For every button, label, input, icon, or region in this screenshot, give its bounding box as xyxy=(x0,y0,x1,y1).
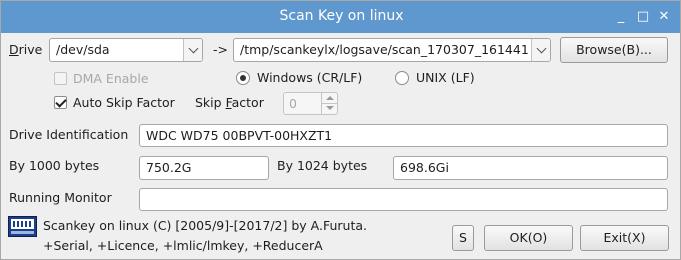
chevron-down-icon[interactable] xyxy=(183,39,202,61)
close-icon[interactable]: ✕ xyxy=(656,9,672,25)
running-monitor-label: Running Monitor xyxy=(9,190,112,205)
newline-unix-radio[interactable] xyxy=(395,71,409,85)
arrow-label: -> xyxy=(213,42,228,57)
app-window: Scan Key on linux _ □ ✕ Drive /dev/sda -… xyxy=(0,0,681,260)
newline-unix-label: UNIX (LF) xyxy=(416,70,475,85)
checkmark-icon xyxy=(55,96,67,108)
skip-factor-label-post: actor xyxy=(231,95,264,110)
by1024-value: 698.6Gi xyxy=(400,160,449,175)
copyright-line: Scankey on linux (C) [2005/9]-[2017/2] b… xyxy=(43,218,367,233)
features-line: +Serial, +Licence, +lmlic/lmkey, +Reduce… xyxy=(43,238,323,253)
logpath-select[interactable]: /tmp/scankeylx/logsave/scan_170307_16144… xyxy=(233,38,551,62)
window-title: Scan Key on linux xyxy=(279,8,404,24)
by1000-field[interactable]: 750.2G xyxy=(139,156,269,180)
skip-factor-value: 0 xyxy=(289,96,297,111)
by1000-value: 750.2G xyxy=(146,160,192,175)
skip-factor-spinbox[interactable]: 0 xyxy=(283,92,338,115)
drive-label-rest: rive xyxy=(18,42,43,57)
newline-windows-radio[interactable] xyxy=(236,71,250,85)
by1000-label: By 1000 bytes xyxy=(9,158,100,173)
newline-windows-label: Windows (CR/LF) xyxy=(257,70,363,85)
skip-factor-label: Skip Factor xyxy=(195,95,264,110)
minimize-icon[interactable]: _ xyxy=(613,9,629,25)
exit-button[interactable]: Exit(X) xyxy=(580,225,669,251)
disk-drive-icon xyxy=(8,216,37,237)
drive-select-value: /dev/sda xyxy=(56,42,110,57)
dma-enable-checkbox[interactable] xyxy=(54,72,67,85)
by1024-label: By 1024 bytes xyxy=(277,158,368,173)
drive-label-mnemonic: D xyxy=(9,42,19,57)
by1024-field[interactable]: 698.6Gi xyxy=(393,156,668,180)
auto-skip-label: Auto Skip Factor xyxy=(73,95,175,110)
drive-identification-label: Drive Identification xyxy=(9,127,129,142)
drive-select[interactable]: /dev/sda xyxy=(49,38,203,62)
logpath-value: /tmp/scankeylx/logsave/scan_170307_16144… xyxy=(240,42,529,57)
spin-down-icon[interactable] xyxy=(321,103,337,114)
browse-button[interactable]: Browse(B)... xyxy=(560,37,668,63)
dma-enable-label: DMA Enable xyxy=(73,71,149,86)
maximize-icon[interactable]: □ xyxy=(635,9,651,25)
chevron-down-icon[interactable] xyxy=(531,39,550,61)
drive-identification-value: WDC WD75 00BPVT-00HXZT1 xyxy=(146,128,333,143)
title-bar[interactable]: Scan Key on linux _ □ ✕ xyxy=(1,1,680,33)
auto-skip-checkbox[interactable] xyxy=(54,96,67,109)
ok-button[interactable]: OK(O) xyxy=(484,225,573,251)
drive-label: Drive xyxy=(9,42,42,57)
s-button[interactable]: S xyxy=(452,225,474,251)
drive-identification-field[interactable]: WDC WD75 00BPVT-00HXZT1 xyxy=(139,124,668,147)
skip-factor-label-pre: Skip xyxy=(195,95,226,110)
running-monitor-field[interactable] xyxy=(139,188,668,211)
